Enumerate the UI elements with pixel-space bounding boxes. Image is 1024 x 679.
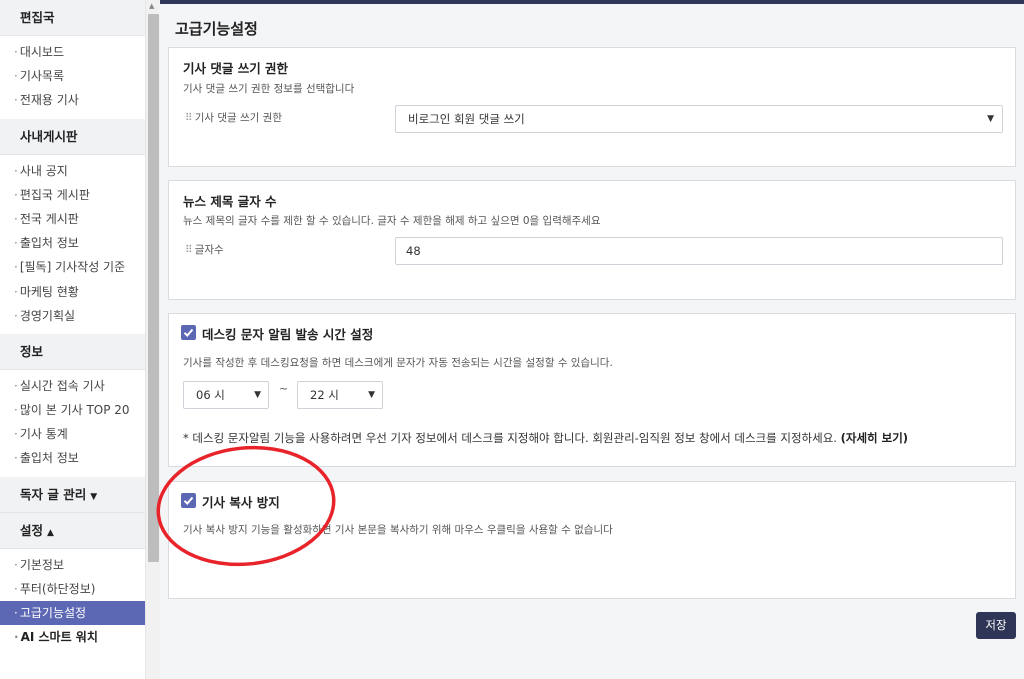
chevron-down-icon: ▼	[987, 114, 994, 124]
sidebar-section-settings: 설정 ▲ · 기본정보 · 푸터(하단정보) · 고급기능설정 · AI 스마트 워치	[0, 512, 145, 656]
sidebar-item-beat-info-2[interactable]: · 출입처 정보	[0, 446, 145, 470]
panel-title: 뉴스 제목 글자 수	[183, 194, 277, 209]
panel-title: 데스킹 문자 알림 발송 시간 설정	[202, 327, 374, 342]
title-length-input[interactable]: 48	[395, 237, 1003, 265]
sidebar-item-dashboard[interactable]: · 대시보드	[0, 40, 145, 64]
sidebar-item-live-reporters[interactable]: · 실시간 접속 기사	[0, 374, 145, 398]
panel-title: 기사 댓글 쓰기 권한	[183, 61, 289, 76]
sidebar: 편집국 · 대시보드 · 기사목록 · 전재용 기사 사내게시판 · 사내 공지 · 편집…	[0, 0, 145, 679]
comment-permission-select[interactable]: 비로그인 회원 댓글 쓰기 ▼	[395, 105, 1003, 133]
sidebar-item-top20[interactable]: · 많이 본 기사 TOP 20	[0, 398, 145, 422]
sidebar-item-article-list[interactable]: · 기사목록	[0, 64, 145, 88]
checkmark-icon	[183, 496, 194, 505]
desking-alert-checkbox[interactable]	[181, 325, 196, 340]
panel-description: 뉴스 제목의 글자 수를 제한 할 수 있습니다. 글자 수 제한을 해제 하고…	[183, 215, 601, 227]
sidebar-item-management[interactable]: · 경영기획실	[0, 304, 145, 328]
sidebar-item-footer[interactable]: · 푸터(하단정보)	[0, 577, 145, 601]
panel-description: 기사 복사 방지 기능을 활성화하면 기사 본문을 복사하기 위해 마우스 우클…	[183, 524, 613, 536]
sidebar-section-board: 사내게시판 · 사내 공지 · 편집국 게시판 · 전국 게시판 · 출입처 정보 ·[…	[0, 118, 145, 334]
top-bar	[160, 0, 1024, 4]
grip-icon: ⠿	[185, 244, 193, 256]
grip-icon: ⠿	[185, 112, 193, 124]
sidebar-item-national-board[interactable]: · 전국 게시판	[0, 207, 145, 231]
desking-alert-panel: 데스킹 문자 알림 발송 시간 설정 기사를 작성한 후 데스킹요청을 하면 데…	[168, 313, 1016, 467]
desking-start-hour-select[interactable]: 06 시 ▼	[183, 381, 269, 409]
panel-description: 기사 댓글 쓰기 권한 정보를 선택합니다	[183, 83, 355, 95]
sidebar-scrollbar[interactable]: ▲	[145, 0, 160, 679]
title-length-panel: 뉴스 제목 글자 수 뉴스 제목의 글자 수를 제한 할 수 있습니다. 글자 …	[168, 180, 1016, 300]
time-range-separator: ~	[279, 382, 289, 395]
save-button[interactable]: 저장	[976, 612, 1016, 639]
panel-description: 기사를 작성한 후 데스킹요청을 하면 데스크에게 문자가 자동 전송되는 시간…	[183, 357, 613, 369]
comment-permission-panel: 기사 댓글 쓰기 권한 기사 댓글 쓰기 권한 정보를 선택합니다 ⠿ 기사 댓글…	[168, 47, 1016, 167]
field-label: ⠿ 기사 댓글 쓰기 권한	[185, 112, 282, 124]
sidebar-item-writing-guide[interactable]: · [필독] 기사작성 기준	[0, 255, 145, 279]
sidebar-heading-info[interactable]: 정보	[0, 333, 145, 370]
sidebar-heading-reader-posts[interactable]: 독자 글 관리 ▼	[0, 476, 145, 513]
page-title: 고급기능설정	[175, 20, 258, 38]
copy-protection-checkbox[interactable]	[181, 493, 196, 508]
sidebar-item-ai-smart-watch[interactable]: · AI 스마트 워치	[0, 625, 145, 649]
scroll-up-icon[interactable]: ▲	[149, 2, 154, 10]
caret-up-icon: ▲	[47, 527, 54, 538]
copy-protection-panel: 기사 복사 방지 기사 복사 방지 기능을 활성화하면 기사 본문을 복사하기 …	[168, 481, 1016, 599]
sidebar-item-advanced-settings[interactable]: · 고급기능설정	[0, 601, 145, 626]
sidebar-item-beat-info[interactable]: · 출입처 정보	[0, 231, 145, 255]
field-label: ⠿ 글자수	[185, 244, 224, 256]
sidebar-item-basic-info[interactable]: · 기본정보	[0, 553, 145, 577]
sidebar-section-editorial: 편집국 · 대시보드 · 기사목록 · 전재용 기사	[0, 0, 145, 119]
sidebar-heading-board[interactable]: 사내게시판	[0, 118, 145, 155]
sidebar-item-syndication[interactable]: · 전재용 기사	[0, 88, 145, 112]
chevron-down-icon: ▼	[368, 390, 375, 400]
chevron-down-icon: ▼	[254, 390, 261, 400]
checkmark-icon	[183, 328, 194, 337]
sidebar-section-info: 정보 · 실시간 접속 기사 · 많이 본 기사 TOP 20 · 기사 통계 · 출입…	[0, 333, 145, 477]
desking-end-hour-select[interactable]: 22 시 ▼	[297, 381, 383, 409]
sidebar-item-marketing[interactable]: · 마케팅 현황	[0, 280, 145, 304]
sidebar-heading-settings[interactable]: 설정 ▲	[0, 512, 145, 549]
caret-down-icon: ▼	[90, 491, 98, 502]
sidebar-heading-editorial[interactable]: 편집국	[0, 0, 145, 36]
scrollbar-thumb[interactable]	[148, 14, 159, 562]
sidebar-item-editorial-board[interactable]: · 편집국 게시판	[0, 183, 145, 207]
sidebar-item-stats[interactable]: · 기사 통계	[0, 422, 145, 446]
sidebar-item-notice[interactable]: · 사내 공지	[0, 159, 145, 183]
desking-note: * 데스킹 문자알림 기능을 사용하려면 우선 기자 정보에서 데스크를 지정해…	[183, 431, 909, 445]
panel-title: 기사 복사 방지	[202, 495, 280, 510]
details-link[interactable]: (자세히 보기)	[841, 431, 908, 445]
